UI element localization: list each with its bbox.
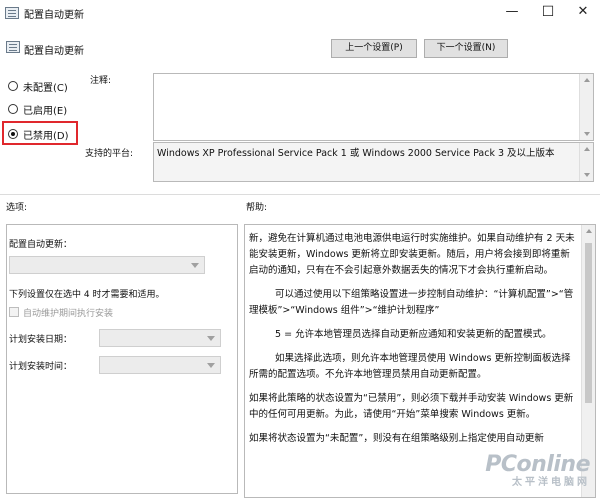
comment-scrollbar[interactable] [579,74,593,140]
section-divider [0,194,600,195]
next-setting-button[interactable]: 下一个设置(N) [424,39,508,58]
install-time-label: 计划安装时间： [9,362,73,372]
minimize-button[interactable]: — [500,2,524,22]
comment-textarea[interactable] [153,73,594,141]
comment-label: 注释: [90,76,112,86]
radio-enabled-label: 已启用(E) [23,105,68,117]
scroll-down-icon[interactable] [583,132,590,136]
window-title: 配置自动更新 [24,10,84,21]
configure-updates-dropdown[interactable] [9,256,205,274]
scroll-up-icon[interactable] [583,78,590,82]
help-paragraph: 如果选择此选项，则允许本地管理员使用 Windows 更新控制面板选择所需的配置… [249,353,571,380]
maintenance-install-label: 自动维护期间执行安装 [23,309,114,319]
configure-updates-label: 配置自动更新： [9,240,73,250]
chevron-down-icon [191,263,199,268]
radio-circle[interactable] [8,81,18,91]
maximize-button[interactable]: ☐ [536,2,560,22]
supported-on-label: 支持的平台: [85,149,134,159]
install-day-label: 计划安装日期： [9,335,73,345]
radio-circle[interactable] [8,104,18,114]
previous-setting-button[interactable]: 上一个设置(P) [331,39,417,58]
help-paragraph: 如果将状态设置为“未配置”，则没有在组策略级别上指定使用自动更新 [249,433,544,444]
options-note: 下列设置仅在选中 4 时才需要和适用。 [9,290,165,300]
scroll-up-icon[interactable] [585,229,592,233]
title-bar: 配置自动更新 — ☐ ✕ [0,0,600,26]
radio-not-configured[interactable]: 未配置(C) [8,78,68,94]
chevron-down-icon [207,336,215,341]
help-scroll-thumb[interactable] [585,243,592,403]
site-watermark: PConline 太平洋电脑网 [485,452,590,488]
close-button[interactable]: ✕ [571,2,595,22]
help-paragraph: 新，避免在计算机通过电池电源供电运行时实施维护。如果自动维护有 2 天未能安装更… [249,233,575,276]
supported-on-value: Windows XP Professional Service Pack 1 或… [157,148,555,159]
scroll-down-icon[interactable] [583,173,590,177]
help-section-label: 帮助: [246,203,268,213]
help-paragraph: 可以通过使用以下组策略设置进一步控制自动维护：“计算机配置”>“管理模板”>“W… [249,289,574,316]
help-text: 新，避免在计算机通过电池电源供电运行时实施维护。如果自动维护有 2 天未能安装更… [249,231,579,455]
chevron-down-icon [207,363,215,368]
options-section-label: 选项: [6,203,28,213]
policy-icon [5,7,19,19]
policy-settings-icon [6,41,20,53]
highlight-annotation-box [2,121,78,145]
help-paragraph: 如果将此策略的状态设置为“已禁用”，则必须下载并手动安装 Windows 更新中… [249,393,574,420]
radio-not-configured-label: 未配置(C) [23,82,68,94]
install-time-dropdown[interactable] [99,356,221,374]
policy-name: 配置自动更新 [24,46,84,57]
install-day-dropdown[interactable] [99,329,221,347]
options-panel: 配置自动更新： 下列设置仅在选中 4 时才需要和适用。 自动维护期间执行安装 计… [6,224,238,494]
maintenance-install-checkbox[interactable] [9,307,19,317]
radio-enabled[interactable]: 已启用(E) [8,101,67,117]
help-paragraph: 5 = 允许本地管理员选择自动更新应通知和安装更新的配置模式。 [275,329,552,340]
